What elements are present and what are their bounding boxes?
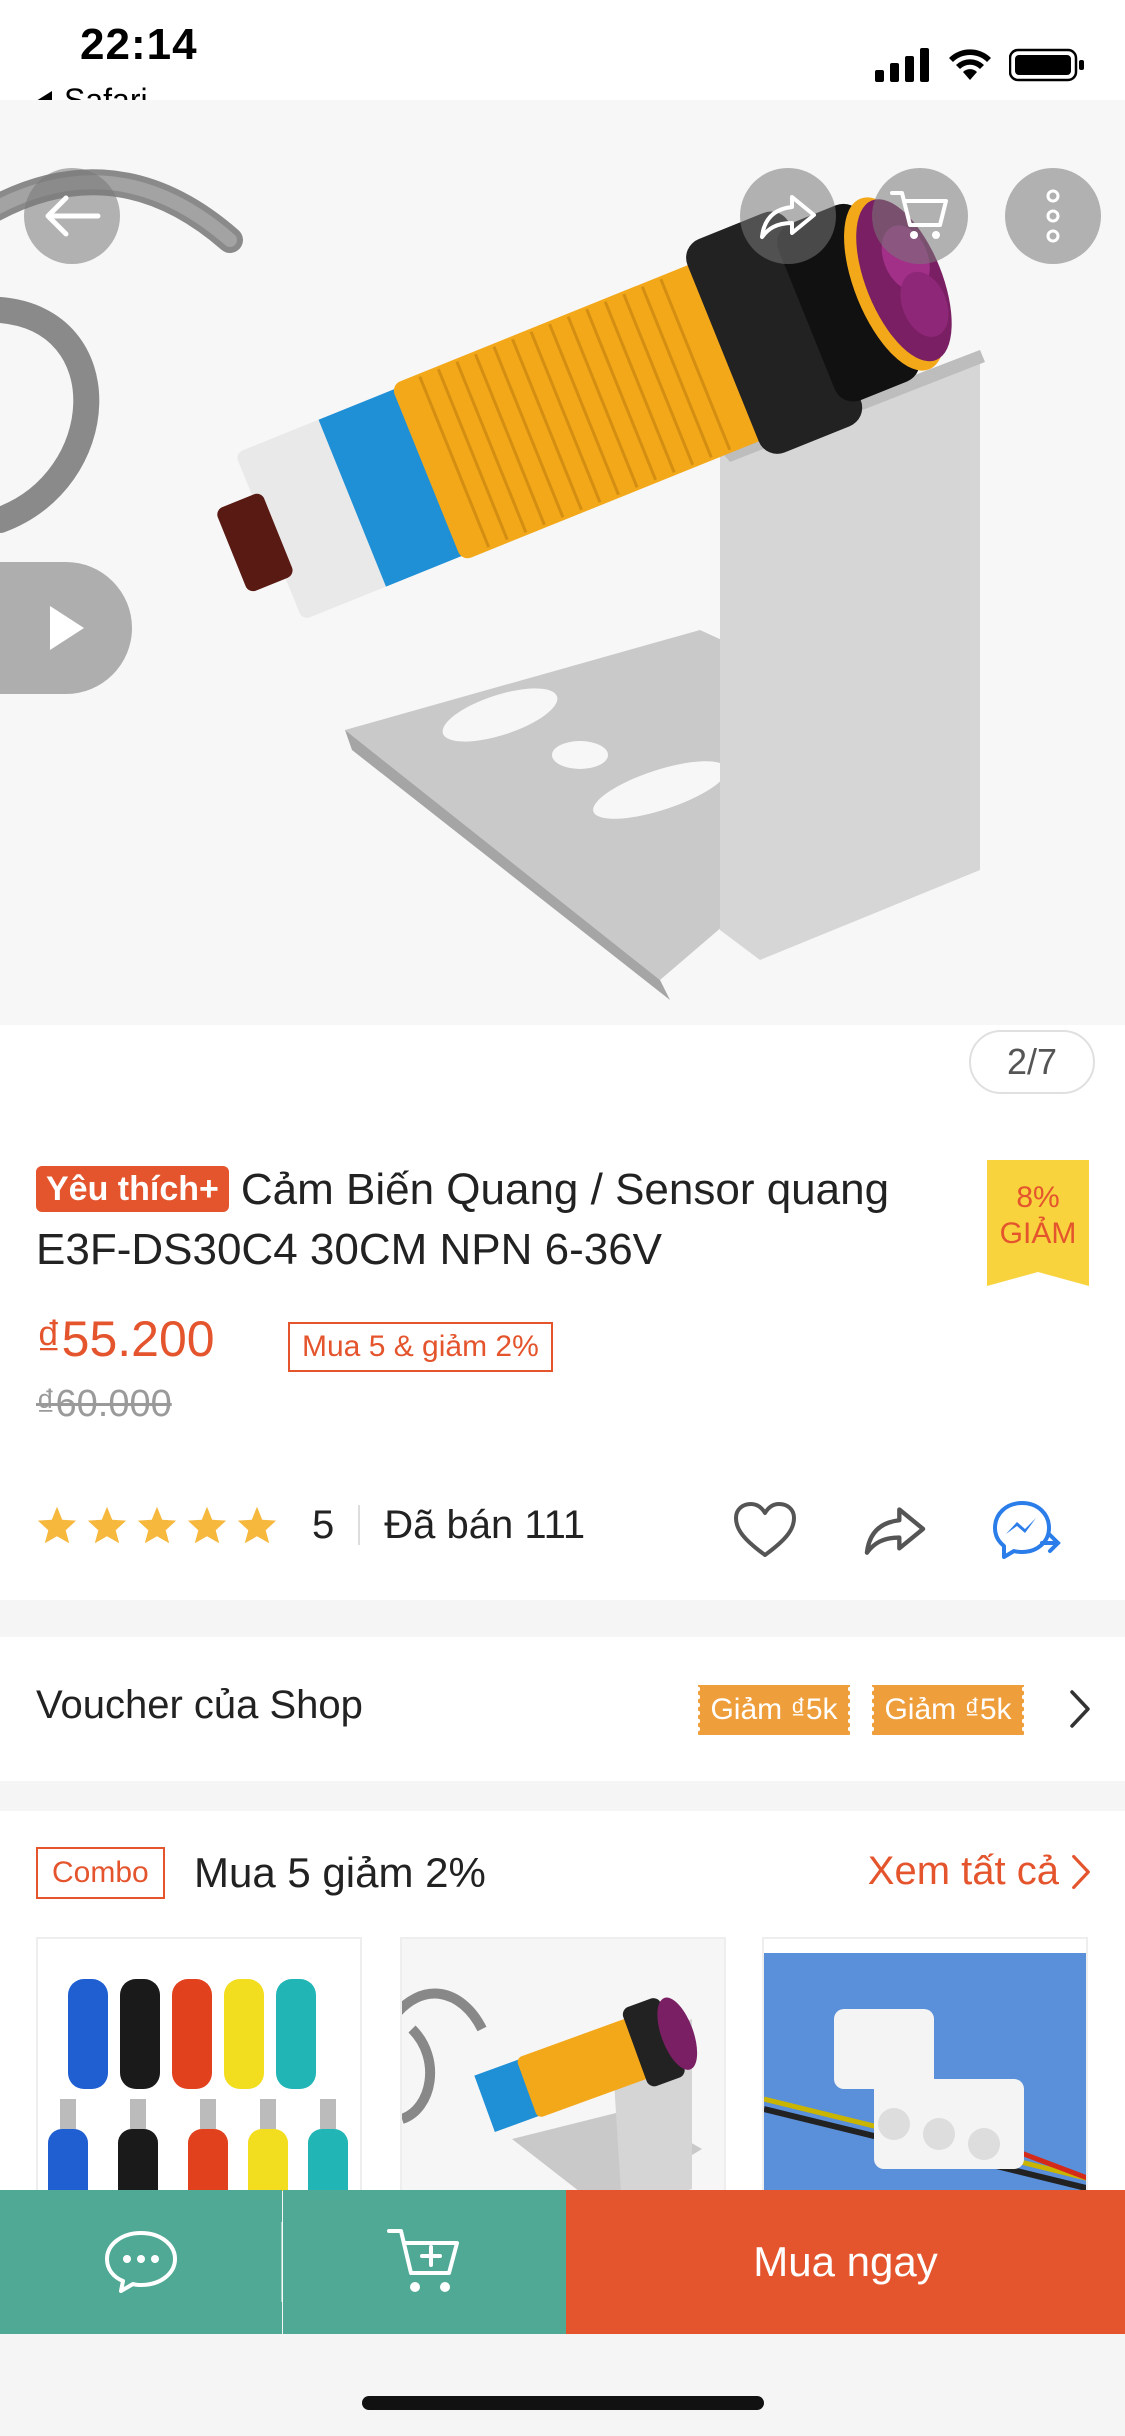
chat-icon: [105, 2231, 177, 2293]
combo-section: Combo Mua 5 giảm 2% Xem tất cả: [0, 1811, 1125, 2191]
play-icon: [50, 606, 84, 650]
messenger-icon: [993, 1501, 1061, 1559]
share-icon: [864, 1507, 926, 1555]
favorite-plus-badge: Yêu thích+: [36, 1166, 229, 1212]
combo-title: Mua 5 giảm 2%: [194, 1849, 486, 1896]
combo-product-image: [402, 1939, 724, 2191]
chevron-right-icon: [1070, 1690, 1090, 1728]
current-price: ₫55.200: [36, 1311, 215, 1367]
voucher-chip[interactable]: Giảm ₫5k: [696, 1685, 852, 1735]
combo-product-image: [764, 1939, 1086, 2191]
voucher-chip[interactable]: Giảm ₫5k: [870, 1685, 1026, 1735]
cart-button[interactable]: [872, 168, 968, 264]
chat-button[interactable]: [0, 2190, 282, 2334]
shop-voucher-row[interactable]: Voucher của Shop Giảm ₫5k Giảm ₫5k: [0, 1637, 1125, 1781]
see-all-link[interactable]: Xem tất cả: [868, 1849, 1091, 1894]
product-actions: [0, 1495, 1125, 1565]
status-time: 22:14: [80, 20, 198, 69]
combo-product-card[interactable]: [762, 1937, 1088, 2191]
home-indicator: [362, 2396, 764, 2410]
more-options-button[interactable]: [1005, 168, 1101, 264]
wifi-icon: [949, 49, 991, 80]
bottom-action-bar: Mua ngay: [0, 2190, 1125, 2334]
product-title-block: Yêu thích+ Cảm Biến Quang / Sensor quang …: [36, 1160, 966, 1280]
share-button[interactable]: [740, 168, 836, 264]
signal-icon: [875, 48, 929, 82]
arrow-left-icon: [45, 195, 101, 237]
discount-percent: 8%: [1016, 1181, 1060, 1214]
product-image-gallery[interactable]: [0, 100, 1125, 1025]
cart-plus-icon: [386, 2229, 459, 2292]
status-bar: 22:14 Safari: [0, 0, 1125, 118]
heart-icon: [734, 1502, 796, 1557]
like-button[interactable]: [730, 1495, 800, 1565]
see-all-label: Xem tất cả: [867, 1849, 1059, 1893]
messenger-share-button[interactable]: [992, 1495, 1062, 1565]
add-to-cart-button[interactable]: [283, 2190, 566, 2334]
status-icons: [875, 48, 1085, 82]
image-page-indicator: 2/7: [969, 1030, 1095, 1094]
more-vertical-icon: [1046, 189, 1060, 243]
battery-icon: [1009, 48, 1084, 82]
discount-tag: 8% GIẢM: [987, 1160, 1089, 1286]
discount-label: GIẢM: [999, 1217, 1077, 1250]
back-button[interactable]: [24, 168, 120, 264]
play-video-button[interactable]: [0, 562, 132, 694]
buy-now-button[interactable]: Mua ngay: [566, 2190, 1125, 2334]
combo-product-card[interactable]: [36, 1937, 362, 2191]
original-price: ₫60.000: [36, 1383, 172, 1425]
chevron-right-icon: [1072, 1854, 1090, 1889]
cart-icon: [890, 191, 948, 239]
product-info: 2/7 Yêu thích+ Cảm Biến Quang / Sensor qu…: [0, 1025, 1125, 1600]
combo-tag: Combo: [36, 1847, 165, 1899]
share-product-button[interactable]: [860, 1495, 930, 1565]
bulk-promo-badge[interactable]: Mua 5 & giảm 2%: [288, 1322, 553, 1372]
combo-product-card[interactable]: [400, 1937, 726, 2191]
share-icon: [760, 195, 816, 239]
combo-product-image: [38, 1939, 360, 2191]
voucher-label: Voucher của Shop: [36, 1683, 363, 1727]
